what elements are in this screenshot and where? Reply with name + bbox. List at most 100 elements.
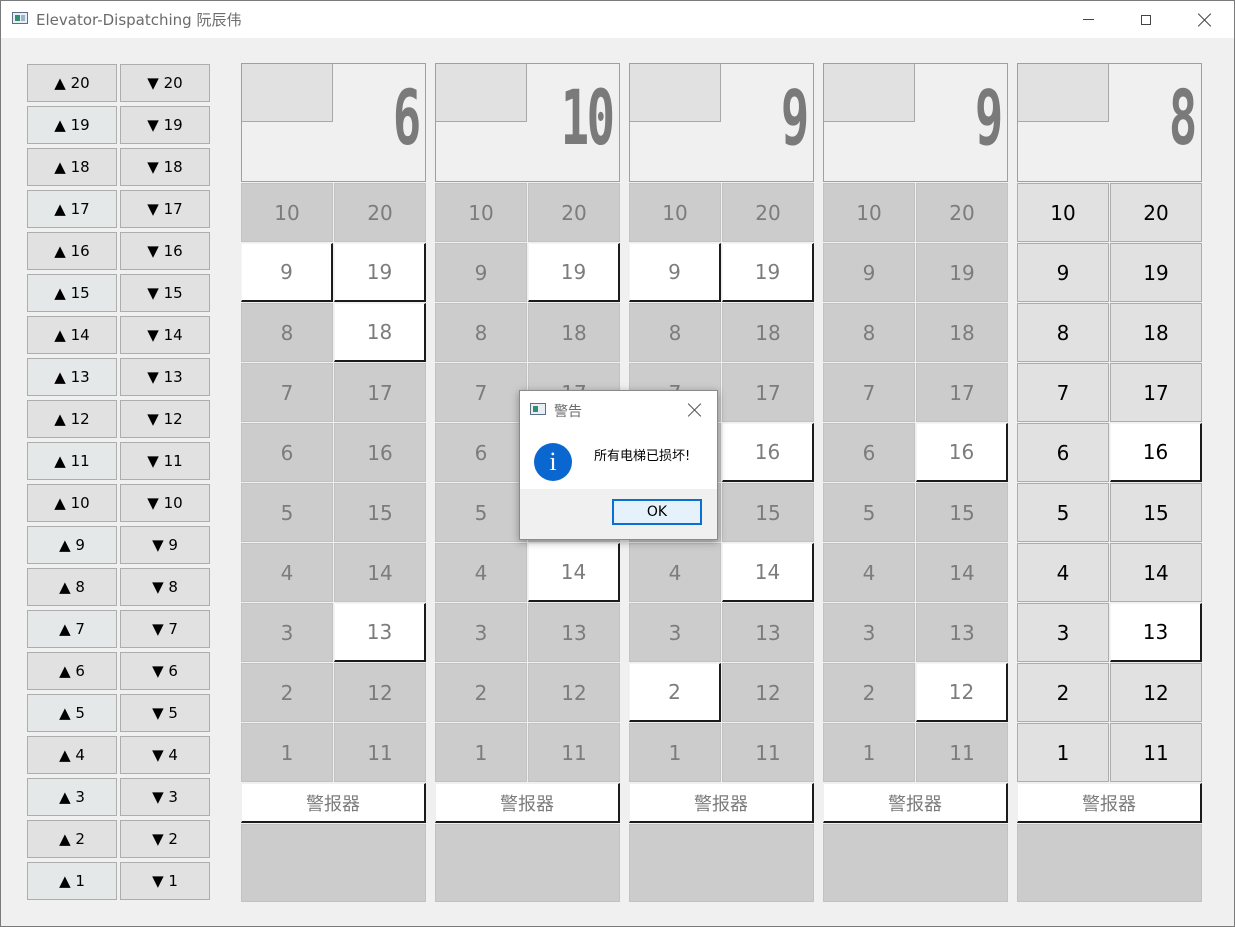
elevator-3-floor-button-3[interactable]: 3: [629, 603, 721, 662]
elevator-2-floor-button-1[interactable]: 1: [435, 723, 527, 782]
call-up-button-18[interactable]: ▲ 18: [27, 148, 117, 186]
alarm-button-3[interactable]: 警报器: [629, 783, 814, 823]
alarm-button-1[interactable]: 警报器: [241, 783, 426, 823]
elevator-5-floor-button-20[interactable]: 20: [1110, 183, 1202, 242]
elevator-1-floor-button-1[interactable]: 1: [241, 723, 333, 782]
elevator-2-floor-button-12[interactable]: 12: [528, 663, 620, 722]
elevator-4-floor-button-14[interactable]: 14: [916, 543, 1008, 602]
elevator-3-floor-button-14[interactable]: 14: [722, 543, 814, 602]
elevator-1-floor-button-4[interactable]: 4: [241, 543, 333, 602]
elevator-1-floor-button-14[interactable]: 14: [334, 543, 426, 602]
elevator-1-floor-button-13[interactable]: 13: [334, 603, 426, 662]
elevator-3-floor-button-4[interactable]: 4: [629, 543, 721, 602]
elevator-3-floor-button-19[interactable]: 19: [722, 243, 814, 302]
elevator-3-floor-button-16[interactable]: 16: [722, 423, 814, 482]
elevator-2-floor-button-4[interactable]: 4: [435, 543, 527, 602]
call-up-button-16[interactable]: ▲ 16: [27, 232, 117, 270]
alarm-button-5[interactable]: 警报器: [1017, 783, 1202, 823]
elevator-4-floor-button-11[interactable]: 11: [916, 723, 1008, 782]
elevator-4-floor-button-12[interactable]: 12: [916, 663, 1008, 722]
elevator-2-floor-button-20[interactable]: 20: [528, 183, 620, 242]
elevator-1-floor-button-12[interactable]: 12: [334, 663, 426, 722]
elevator-4-floor-button-17[interactable]: 17: [916, 363, 1008, 422]
elevator-4-floor-button-4[interactable]: 4: [823, 543, 915, 602]
elevator-1-floor-button-7[interactable]: 7: [241, 363, 333, 422]
elevator-2-floor-button-10[interactable]: 10: [435, 183, 527, 242]
elevator-1-floor-button-8[interactable]: 8: [241, 303, 333, 362]
minimize-button[interactable]: [1059, 1, 1117, 38]
elevator-5-floor-button-12[interactable]: 12: [1110, 663, 1202, 722]
call-down-button-19[interactable]: ▼ 19: [120, 106, 210, 144]
call-down-button-11[interactable]: ▼ 11: [120, 442, 210, 480]
elevator-2-floor-button-6[interactable]: 6: [435, 423, 527, 482]
ok-button[interactable]: OK: [612, 499, 702, 525]
elevator-1-floor-button-10[interactable]: 10: [241, 183, 333, 242]
elevator-2-floor-button-9[interactable]: 9: [435, 243, 527, 302]
elevator-5-floor-button-14[interactable]: 14: [1110, 543, 1202, 602]
elevator-4-floor-button-10[interactable]: 10: [823, 183, 915, 242]
call-down-button-2[interactable]: ▼ 2: [120, 820, 210, 858]
elevator-4-floor-button-19[interactable]: 19: [916, 243, 1008, 302]
elevator-2-floor-button-5[interactable]: 5: [435, 483, 527, 542]
elevator-4-floor-button-2[interactable]: 2: [823, 663, 915, 722]
elevator-3-floor-button-9[interactable]: 9: [629, 243, 721, 302]
elevator-2-floor-button-3[interactable]: 3: [435, 603, 527, 662]
elevator-5-floor-button-1[interactable]: 1: [1017, 723, 1109, 782]
elevator-5-floor-button-15[interactable]: 15: [1110, 483, 1202, 542]
elevator-4-floor-button-5[interactable]: 5: [823, 483, 915, 542]
call-down-button-17[interactable]: ▼ 17: [120, 190, 210, 228]
elevator-3-floor-button-1[interactable]: 1: [629, 723, 721, 782]
elevator-5-floor-button-6[interactable]: 6: [1017, 423, 1109, 482]
elevator-5-floor-button-13[interactable]: 13: [1110, 603, 1202, 662]
call-up-button-19[interactable]: ▲ 19: [27, 106, 117, 144]
elevator-1-floor-button-16[interactable]: 16: [334, 423, 426, 482]
elevator-3-floor-button-2[interactable]: 2: [629, 663, 721, 722]
call-up-button-6[interactable]: ▲ 6: [27, 652, 117, 690]
elevator-5-floor-button-18[interactable]: 18: [1110, 303, 1202, 362]
call-down-button-18[interactable]: ▼ 18: [120, 148, 210, 186]
call-up-button-15[interactable]: ▲ 15: [27, 274, 117, 312]
elevator-4-floor-button-6[interactable]: 6: [823, 423, 915, 482]
elevator-4-floor-button-18[interactable]: 18: [916, 303, 1008, 362]
elevator-1-floor-button-9[interactable]: 9: [241, 243, 333, 302]
elevator-1-floor-button-20[interactable]: 20: [334, 183, 426, 242]
call-down-button-4[interactable]: ▼ 4: [120, 736, 210, 774]
call-up-button-14[interactable]: ▲ 14: [27, 316, 117, 354]
call-up-button-12[interactable]: ▲ 12: [27, 400, 117, 438]
elevator-4-floor-button-9[interactable]: 9: [823, 243, 915, 302]
call-down-button-8[interactable]: ▼ 8: [120, 568, 210, 606]
elevator-2-floor-button-19[interactable]: 19: [528, 243, 620, 302]
elevator-4-floor-button-8[interactable]: 8: [823, 303, 915, 362]
elevator-4-floor-button-1[interactable]: 1: [823, 723, 915, 782]
elevator-5-floor-button-8[interactable]: 8: [1017, 303, 1109, 362]
elevator-2-floor-button-8[interactable]: 8: [435, 303, 527, 362]
call-down-button-10[interactable]: ▼ 10: [120, 484, 210, 522]
call-up-button-7[interactable]: ▲ 7: [27, 610, 117, 648]
call-down-button-13[interactable]: ▼ 13: [120, 358, 210, 396]
elevator-5-floor-button-19[interactable]: 19: [1110, 243, 1202, 302]
elevator-1-floor-button-6[interactable]: 6: [241, 423, 333, 482]
close-button[interactable]: [1176, 1, 1234, 38]
call-up-button-13[interactable]: ▲ 13: [27, 358, 117, 396]
call-up-button-8[interactable]: ▲ 8: [27, 568, 117, 606]
call-down-button-12[interactable]: ▼ 12: [120, 400, 210, 438]
elevator-5-floor-button-5[interactable]: 5: [1017, 483, 1109, 542]
call-up-button-1[interactable]: ▲ 1: [27, 862, 117, 900]
call-down-button-5[interactable]: ▼ 5: [120, 694, 210, 732]
elevator-3-floor-button-12[interactable]: 12: [722, 663, 814, 722]
elevator-5-floor-button-2[interactable]: 2: [1017, 663, 1109, 722]
elevator-3-floor-button-10[interactable]: 10: [629, 183, 721, 242]
elevator-2-floor-button-14[interactable]: 14: [528, 543, 620, 602]
elevator-1-floor-button-5[interactable]: 5: [241, 483, 333, 542]
alarm-button-4[interactable]: 警报器: [823, 783, 1008, 823]
elevator-5-floor-button-4[interactable]: 4: [1017, 543, 1109, 602]
elevator-3-floor-button-11[interactable]: 11: [722, 723, 814, 782]
call-down-button-15[interactable]: ▼ 15: [120, 274, 210, 312]
elevator-5-floor-button-3[interactable]: 3: [1017, 603, 1109, 662]
call-up-button-2[interactable]: ▲ 2: [27, 820, 117, 858]
elevator-1-floor-button-11[interactable]: 11: [334, 723, 426, 782]
dialog-close-icon[interactable]: [688, 403, 702, 417]
call-up-button-20[interactable]: ▲ 20: [27, 64, 117, 102]
elevator-5-floor-button-9[interactable]: 9: [1017, 243, 1109, 302]
maximize-button[interactable]: [1117, 1, 1175, 38]
